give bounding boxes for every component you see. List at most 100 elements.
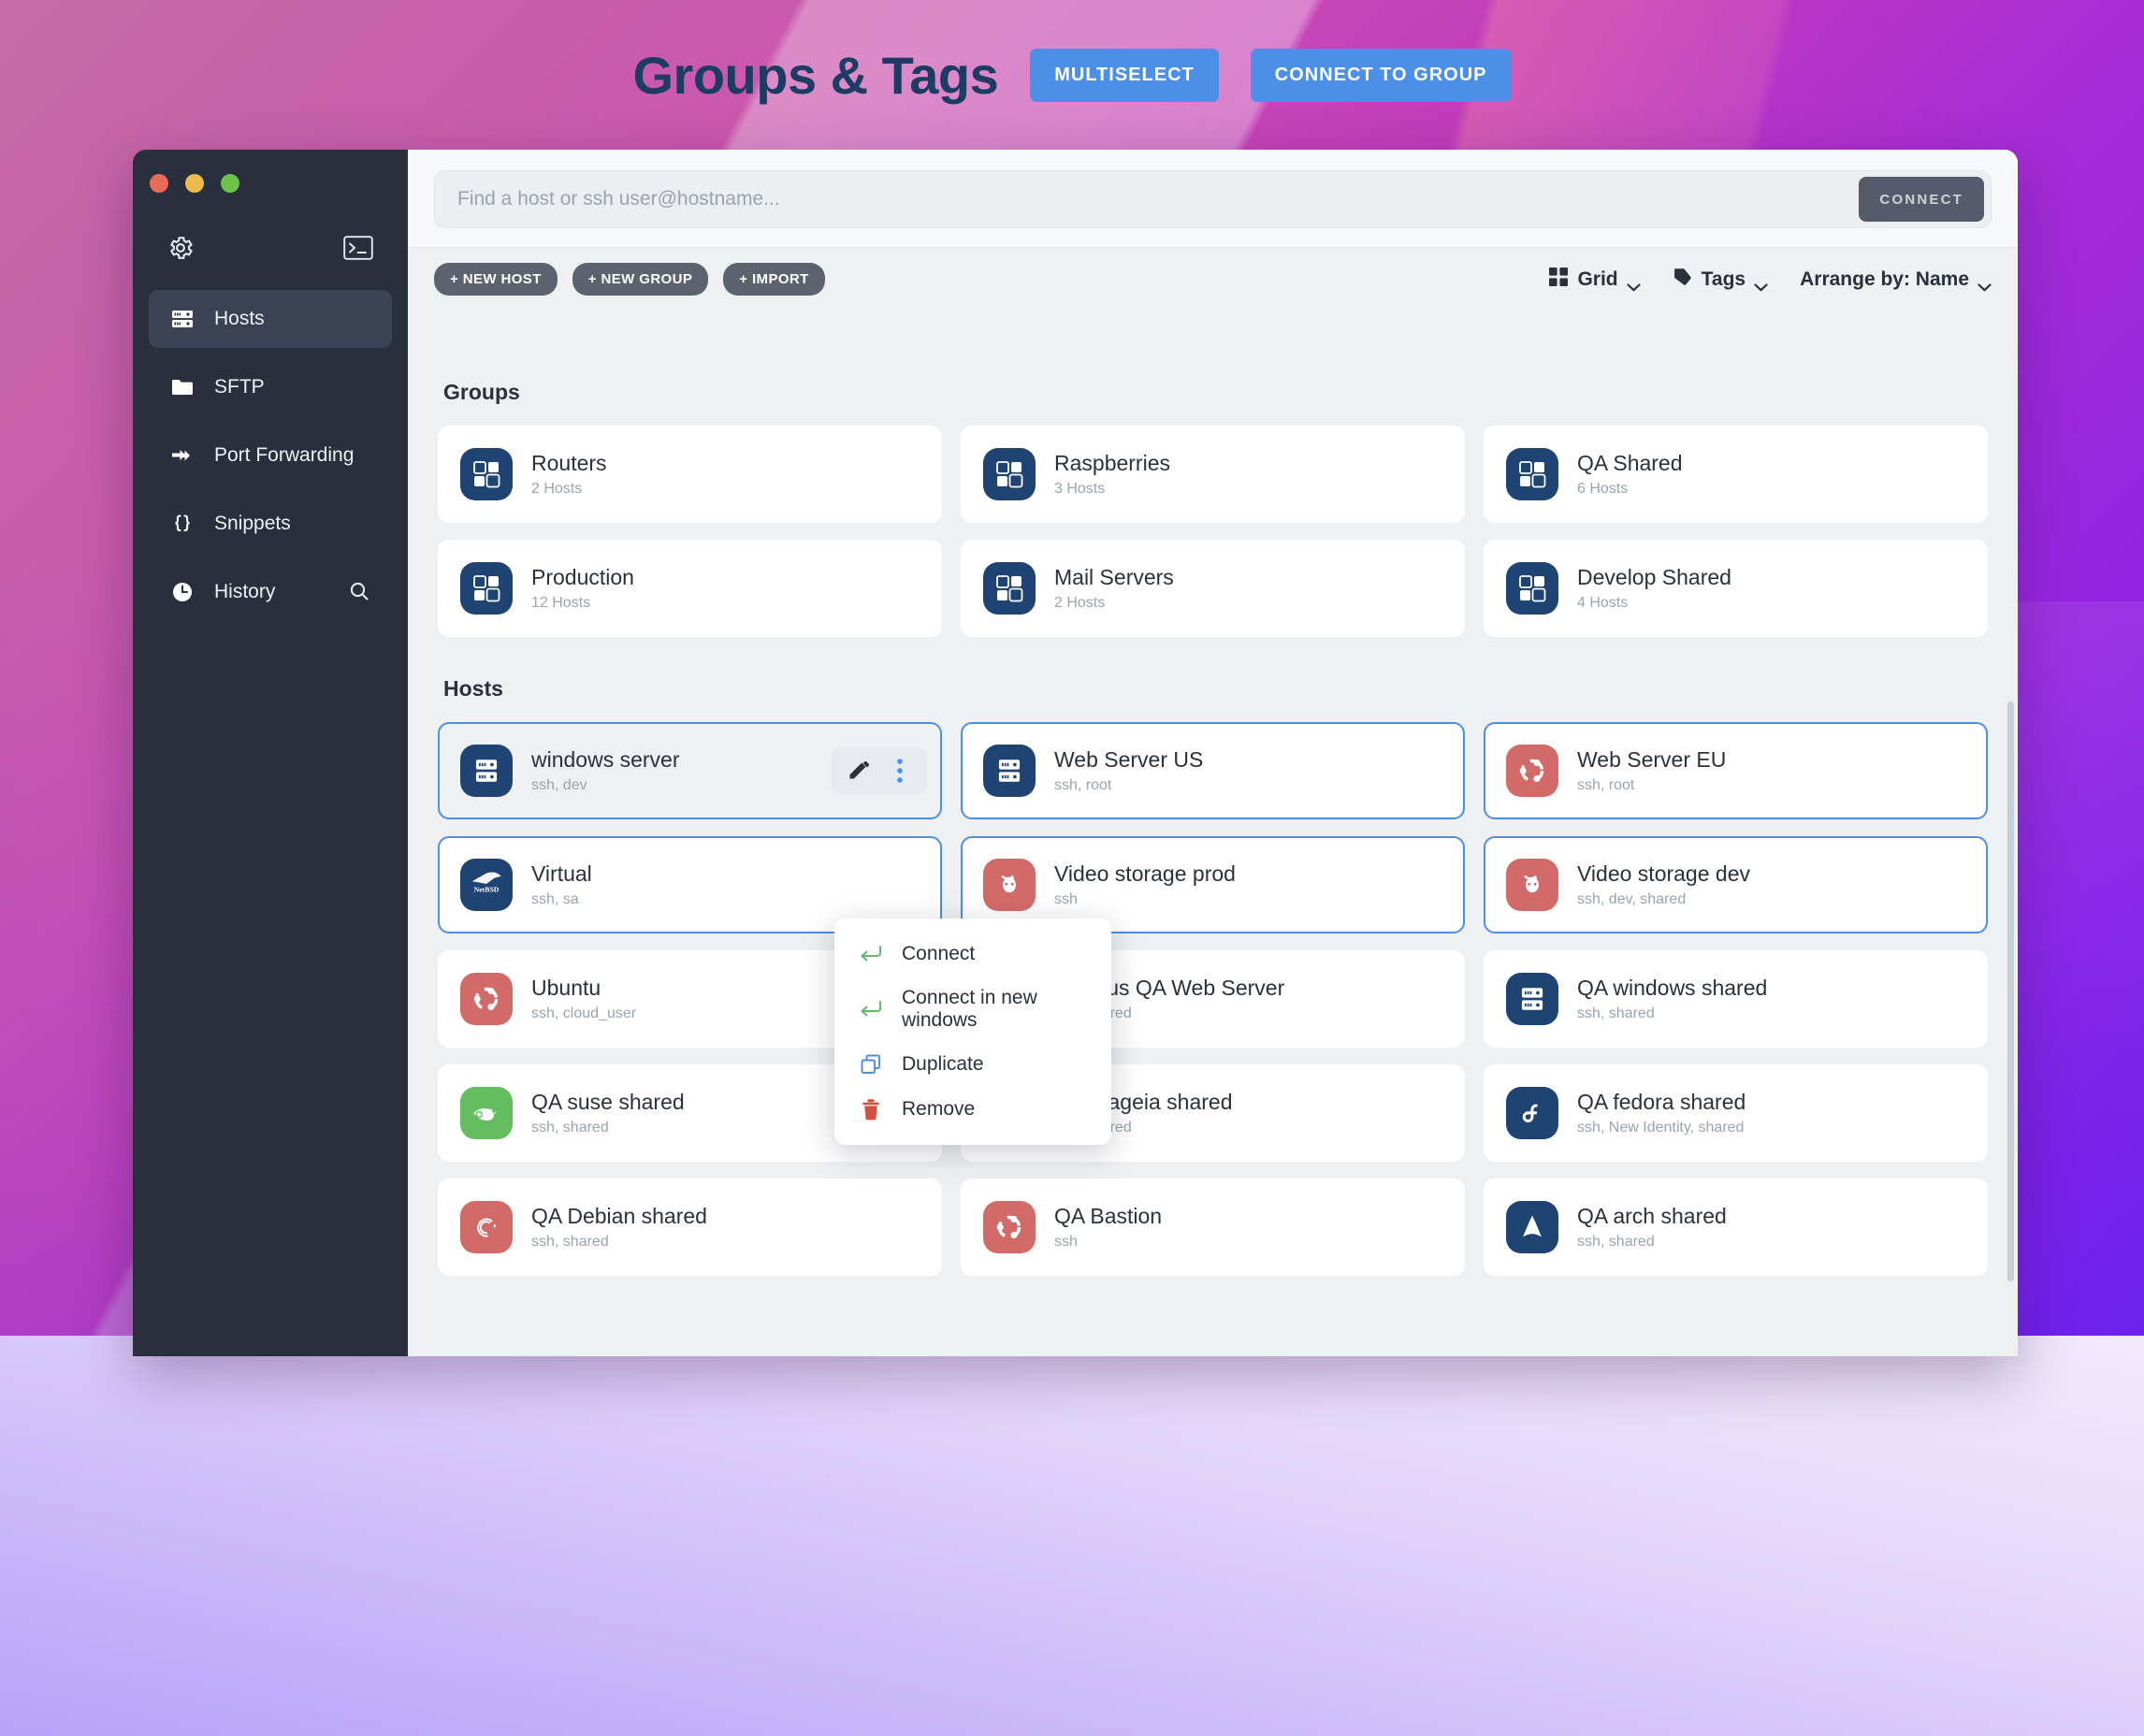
host-tags: ssh, shared xyxy=(1577,1005,1767,1022)
terminal-icon[interactable] xyxy=(342,232,374,264)
host-card-actions xyxy=(832,747,927,794)
search-bar[interactable]: CONNECT xyxy=(434,170,1992,228)
search-input[interactable] xyxy=(457,188,1859,210)
host-card[interactable]: windows server ssh, dev xyxy=(438,722,942,819)
host-tags: ssh, New Identity, shared xyxy=(1577,1120,1746,1136)
group-host-count: 2 Hosts xyxy=(531,481,607,498)
host-card[interactable]: QA fedora shared ssh, New Identity, shar… xyxy=(1484,1064,1988,1162)
host-name: QA suse shared xyxy=(531,1090,685,1115)
group-card[interactable]: Routers 2 Hosts xyxy=(438,426,942,523)
host-card-text: Virtual ssh, sa xyxy=(531,861,592,908)
group-card[interactable]: Raspberries 3 Hosts xyxy=(961,426,1465,523)
new-group-button[interactable]: + NEW GROUP xyxy=(572,263,709,296)
host-name: Web Server EU xyxy=(1577,747,1726,773)
server-icon xyxy=(983,745,1036,797)
context-menu-item[interactable]: Duplicate xyxy=(834,1042,1111,1087)
group-card-text: Production 12 Hosts xyxy=(531,565,634,612)
sidebar-item-hosts[interactable]: Hosts xyxy=(149,290,392,348)
multiselect-button[interactable]: MULTISELECT xyxy=(1030,49,1219,102)
group-host-count: 4 Hosts xyxy=(1577,595,1731,612)
group-host-count: 6 Hosts xyxy=(1577,481,1683,498)
host-name: QA windows shared xyxy=(1577,976,1767,1001)
gear-icon[interactable] xyxy=(165,232,196,264)
grid-view-dropdown[interactable]: Grid xyxy=(1548,267,1640,293)
host-tags: ssh, cloud_user xyxy=(531,1005,636,1022)
host-tags: ssh, shared xyxy=(1577,1234,1727,1251)
host-tags: ssh, sa xyxy=(531,891,592,908)
host-name: QA arch shared xyxy=(1577,1204,1727,1229)
sidebar-item-port-forwarding[interactable]: Port Forwarding xyxy=(149,427,392,485)
host-card[interactable]: QA Bastion ssh xyxy=(961,1179,1465,1276)
host-tags: ssh, dev, shared xyxy=(1577,891,1750,908)
host-card-text: QA suse shared ssh, shared xyxy=(531,1090,685,1136)
group-icon xyxy=(460,448,513,500)
context-menu-item[interactable]: Remove xyxy=(834,1087,1111,1132)
sidebar-item-history[interactable]: History xyxy=(149,563,392,621)
host-card[interactable]: QA Debian shared ssh, shared xyxy=(438,1179,942,1276)
arrange-label: Arrange by: Name xyxy=(1800,268,1969,291)
server-icon xyxy=(460,745,513,797)
chevron-down-icon xyxy=(1627,275,1641,283)
ubuntu-icon xyxy=(1506,745,1558,797)
zoom-window-button[interactable] xyxy=(221,174,239,193)
host-card-text: QA Bastion ssh xyxy=(1054,1204,1162,1251)
host-card[interactable]: Web Server EU ssh, root xyxy=(1484,722,1988,819)
enter-arrow-icon xyxy=(859,942,883,966)
sidebar-item-snippets[interactable]: Snippets xyxy=(149,495,392,553)
curly-braces-icon xyxy=(169,511,196,537)
group-card[interactable]: QA Shared 6 Hosts xyxy=(1484,426,1988,523)
sidebar-item-label: Hosts xyxy=(214,308,265,330)
tags-label: Tags xyxy=(1702,268,1746,291)
host-card-text: Web Server EU ssh, root xyxy=(1577,747,1726,794)
host-name: QA Bastion xyxy=(1054,1204,1162,1229)
clock-icon xyxy=(169,579,196,605)
host-card[interactable]: QA arch shared ssh, shared xyxy=(1484,1179,1988,1276)
group-icon xyxy=(1506,562,1558,615)
close-window-button[interactable] xyxy=(150,174,168,193)
sidebar-item-label: Port Forwarding xyxy=(214,444,354,467)
host-more-menu-button[interactable] xyxy=(882,753,918,788)
ubuntu-icon xyxy=(983,1201,1036,1253)
sidebar-item-sftp[interactable]: SFTP xyxy=(149,358,392,416)
import-button[interactable]: + IMPORT xyxy=(723,263,824,296)
host-tags: ssh, root xyxy=(1054,777,1203,794)
svg-text:NetBSD: NetBSD xyxy=(474,886,500,894)
context-menu-item-label: Duplicate xyxy=(902,1053,984,1076)
edit-host-button[interactable] xyxy=(841,753,876,788)
search-icon[interactable] xyxy=(347,579,373,605)
host-card-text: QA arch shared ssh, shared xyxy=(1577,1204,1727,1251)
group-card[interactable]: Mail Servers 2 Hosts xyxy=(961,540,1465,637)
group-card-text: Raspberries 3 Hosts xyxy=(1054,451,1170,498)
chevron-down-icon xyxy=(1977,275,1992,283)
connect-button[interactable]: CONNECT xyxy=(1859,177,1984,222)
group-card-text: Develop Shared 4 Hosts xyxy=(1577,565,1731,612)
duplicate-icon xyxy=(859,1052,883,1077)
host-name: Virtual xyxy=(531,861,592,887)
sidebar-item-label: Snippets xyxy=(214,513,291,535)
groups-section-title: Groups xyxy=(443,380,1988,405)
server-icon xyxy=(1506,973,1558,1025)
context-menu-item[interactable]: Connect in new windows xyxy=(834,976,1111,1042)
connect-to-group-button[interactable]: CONNECT TO GROUP xyxy=(1251,49,1512,102)
host-name: Video storage dev xyxy=(1577,861,1750,887)
grid-icon xyxy=(1548,267,1569,293)
host-name: QA Debian shared xyxy=(531,1204,707,1229)
arrange-by-dropdown[interactable]: Arrange by: Name xyxy=(1800,268,1992,291)
host-card-text: Web Server US ssh, root xyxy=(1054,747,1203,794)
context-menu-item[interactable]: Connect xyxy=(834,932,1111,976)
content-scroll-area[interactable]: Groups Routers 2 Hosts Raspberries 3 Hos… xyxy=(408,346,2018,1356)
hosts-grid: windows server ssh, dev xyxy=(438,722,1988,1276)
minimize-window-button[interactable] xyxy=(185,174,204,193)
host-tags: ssh, root xyxy=(1577,777,1726,794)
context-menu-item-label: Connect in new windows xyxy=(902,987,1087,1032)
host-card[interactable]: Video storage dev ssh, dev, shared xyxy=(1484,836,1988,933)
tags-dropdown[interactable]: Tags xyxy=(1673,267,1768,293)
group-card[interactable]: Develop Shared 4 Hosts xyxy=(1484,540,1988,637)
chevron-down-icon xyxy=(1754,275,1768,283)
group-card[interactable]: Production 12 Hosts xyxy=(438,540,942,637)
host-card[interactable]: QA windows shared ssh, shared xyxy=(1484,950,1988,1048)
host-card[interactable]: Web Server US ssh, root xyxy=(961,722,1465,819)
vertical-scrollbar[interactable] xyxy=(2007,702,2014,1281)
group-name: Routers xyxy=(531,451,607,476)
new-host-button[interactable]: + NEW HOST xyxy=(434,263,558,296)
